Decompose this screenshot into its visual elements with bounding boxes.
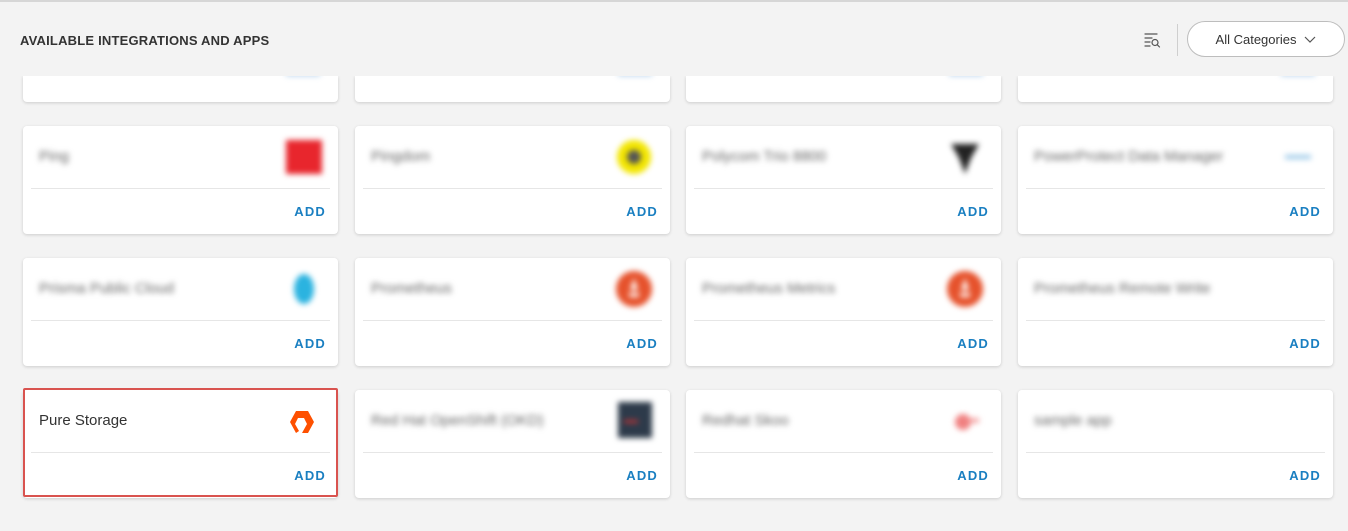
integration-name: Prometheus Remote Write xyxy=(1034,280,1211,297)
integration-name: Pure Storage xyxy=(39,412,128,429)
card-divider xyxy=(363,188,662,189)
integration-card[interactable] xyxy=(686,76,1001,102)
pure-storage-logo-icon xyxy=(290,411,314,433)
card-divider xyxy=(1026,188,1325,189)
card-divider xyxy=(694,452,993,453)
pingdom-logo-icon xyxy=(617,140,651,174)
add-button[interactable]: ADD xyxy=(294,336,326,351)
add-button[interactable]: ADD xyxy=(1289,468,1321,483)
integrations-grid: Ping ADD Pingdom ADD Polycom Trio 8800 A… xyxy=(0,76,1348,531)
integration-name: Prometheus xyxy=(371,280,452,297)
card-divider xyxy=(363,452,662,453)
header-divider xyxy=(1177,24,1178,56)
integration-card[interactable] xyxy=(1018,76,1333,102)
prisma-logo-icon xyxy=(294,274,314,304)
integration-name: sample app xyxy=(1034,412,1112,429)
prometheus-logo-icon xyxy=(616,271,652,307)
card-divider xyxy=(31,320,330,321)
category-select-label: All Categories xyxy=(1215,31,1297,47)
add-button[interactable]: ADD xyxy=(957,204,989,219)
card-divider xyxy=(694,320,993,321)
integration-card-prometheus-remote-write[interactable]: Prometheus Remote Write ADD xyxy=(1018,258,1333,366)
logo-icon xyxy=(1277,76,1317,88)
card-divider xyxy=(694,188,993,189)
logo-icon xyxy=(614,76,654,88)
integration-card-polycom[interactable]: Polycom Trio 8800 ADD xyxy=(686,126,1001,234)
add-button[interactable]: ADD xyxy=(1289,336,1321,351)
section-title: AVAILABLE INTEGRATIONS AND APPS xyxy=(20,33,270,48)
logo-icon xyxy=(945,76,985,88)
add-button[interactable]: ADD xyxy=(957,468,989,483)
add-button[interactable]: ADD xyxy=(626,336,658,351)
add-button[interactable]: ADD xyxy=(294,204,326,219)
integration-name: Prisma Public Cloud xyxy=(39,280,175,297)
add-button[interactable]: ADD xyxy=(626,204,658,219)
integration-name: PowerProtect Data Manager xyxy=(1034,148,1224,165)
add-button[interactable]: ADD xyxy=(957,336,989,351)
integration-name: Redhat Skoo xyxy=(702,412,789,429)
integration-card-openshift[interactable]: Red Hat OpenShift (OKD) ADD xyxy=(355,390,670,498)
integration-card-pingdom[interactable]: Pingdom ADD xyxy=(355,126,670,234)
integration-card-prometheus-metrics[interactable]: Prometheus Metrics ADD xyxy=(686,258,1001,366)
integration-card-prisma[interactable]: Prisma Public Cloud ADD xyxy=(23,258,338,366)
filter-list-icon[interactable] xyxy=(1143,31,1161,49)
ping-logo-icon xyxy=(286,140,322,174)
add-button[interactable]: ADD xyxy=(294,468,326,483)
prometheus-logo-icon xyxy=(947,271,983,307)
card-divider xyxy=(363,320,662,321)
polycom-logo-icon xyxy=(951,144,979,174)
integration-name: Red Hat OpenShift (OKD) xyxy=(371,412,544,429)
card-divider xyxy=(1026,320,1325,321)
integration-name: Ping xyxy=(39,148,70,165)
add-button[interactable]: ADD xyxy=(626,468,658,483)
card-divider xyxy=(31,452,330,453)
integration-name: Polycom Trio 8800 xyxy=(702,148,827,165)
integration-name: Pingdom xyxy=(371,148,431,165)
add-button[interactable]: ADD xyxy=(1289,204,1321,219)
integration-name: Prometheus Metrics xyxy=(702,280,836,297)
integration-card-sample-app[interactable]: sample app ADD xyxy=(1018,390,1333,498)
integration-card-prometheus[interactable]: Prometheus ADD xyxy=(355,258,670,366)
logo-icon xyxy=(282,76,322,88)
integration-card-redhat[interactable]: Redhat Skoo ADD xyxy=(686,390,1001,498)
section-header: AVAILABLE INTEGRATIONS AND APPS All Cate… xyxy=(0,2,1348,76)
integration-card[interactable] xyxy=(355,76,670,102)
category-select[interactable]: All Categories xyxy=(1187,21,1345,57)
integration-card-powerprotect[interactable]: PowerProtect Data Manager ADD xyxy=(1018,126,1333,234)
redhat-logo-icon xyxy=(955,414,979,430)
chevron-down-icon xyxy=(1305,36,1316,43)
powerprotect-logo-icon xyxy=(1285,155,1311,159)
integration-card[interactable] xyxy=(23,76,338,102)
integration-card-ping[interactable]: Ping ADD xyxy=(23,126,338,234)
integration-card-pure-storage[interactable]: Pure Storage ADD xyxy=(23,390,338,498)
openshift-logo-icon xyxy=(618,402,652,438)
card-divider xyxy=(31,188,330,189)
card-divider xyxy=(1026,452,1325,453)
